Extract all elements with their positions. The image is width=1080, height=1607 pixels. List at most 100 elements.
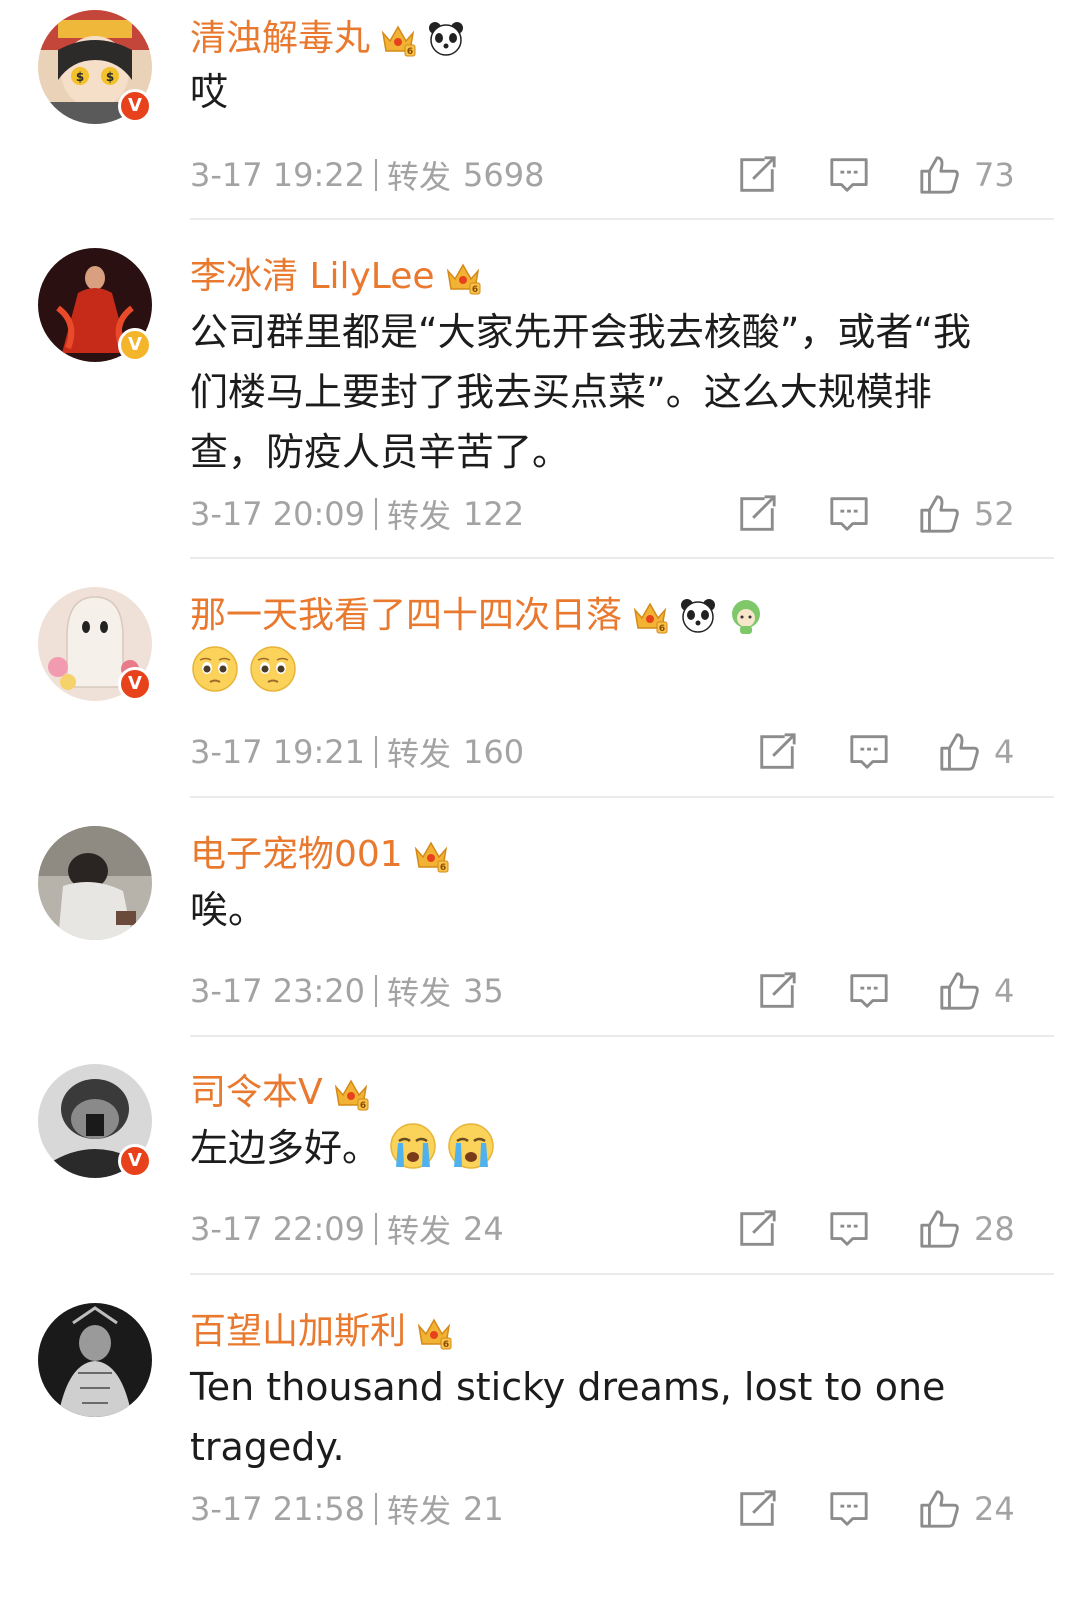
vip-crown-icon [630, 596, 670, 636]
comment-header: 司令本V [190, 1068, 371, 1118]
comment-icon [828, 1208, 870, 1250]
share-button[interactable] [736, 1207, 778, 1251]
username[interactable]: 百望山加斯利 [190, 1307, 406, 1357]
thumbs-up-icon [918, 493, 960, 535]
reply-button[interactable] [828, 1207, 870, 1251]
timestamp: 3-17 23:20 [190, 972, 366, 1010]
verified-badge: V [118, 667, 152, 701]
username[interactable]: 那一天我看了四十四次日落 [190, 591, 622, 641]
share-button[interactable] [756, 730, 798, 774]
comment-text: 唉。 [190, 888, 267, 932]
comment-meta: 3-17 19:21 转发 160 [190, 730, 524, 774]
repost-label: 转发 [387, 497, 452, 535]
vip-crown-icon [378, 19, 418, 59]
divider [190, 1273, 1054, 1275]
comment-meta: 3-17 20:09 转发 122 [190, 492, 524, 536]
like-count: 4 [994, 733, 1015, 771]
reply-button[interactable] [848, 730, 890, 774]
share-button[interactable] [736, 153, 778, 197]
share-icon [736, 1208, 778, 1250]
meta-divider [375, 159, 378, 191]
thumbs-up-icon [938, 731, 980, 773]
meta-divider [375, 498, 378, 530]
username[interactable]: 清浊解毒丸 [190, 14, 370, 64]
comment-text [190, 641, 1000, 701]
comment-text: 左边多好。 [190, 1118, 1000, 1178]
like-button[interactable]: 24 [918, 1487, 1015, 1531]
like-count: 52 [974, 495, 1015, 533]
share-icon [736, 154, 778, 196]
vip-crown-icon [331, 1073, 371, 1113]
avatar[interactable] [38, 1303, 152, 1417]
comment-text-body: 左边多好。 [190, 1126, 381, 1170]
vip-crown-icon [411, 835, 451, 875]
pleading-face-emoji [248, 644, 298, 694]
thumbs-up-icon [918, 1208, 960, 1250]
repost-count: 24 [463, 1210, 504, 1248]
comment-icon [848, 970, 890, 1012]
verified-badge: V [118, 89, 152, 123]
like-button[interactable]: 4 [938, 969, 1014, 1013]
timestamp: 3-17 20:09 [190, 495, 366, 533]
comment-icon [828, 154, 870, 196]
verified-badge: V [118, 328, 152, 362]
like-button[interactable]: 52 [918, 492, 1015, 536]
like-button[interactable]: 73 [918, 153, 1015, 197]
comment-header: 清浊解毒丸 [190, 14, 466, 64]
verified-badge: V [118, 1144, 152, 1178]
timestamp: 3-17 19:22 [190, 156, 366, 194]
repost-label: 转发 [387, 1212, 452, 1250]
timestamp: 3-17 21:58 [190, 1490, 366, 1528]
share-button[interactable] [756, 969, 798, 1013]
svg-text:$: $ [106, 70, 114, 84]
username[interactable]: 李冰清 LilyLee [190, 252, 435, 302]
thumbs-up-icon [938, 970, 980, 1012]
comment-text: 公司群里都是“大家先开会我去核酸”，或者“我们楼马上要封了我去买点菜”。这么大规… [190, 310, 972, 474]
like-count: 24 [974, 1490, 1015, 1528]
avatar[interactable] [38, 826, 152, 940]
username[interactable]: 司令本V [190, 1068, 323, 1118]
divider [190, 796, 1054, 798]
panda-icon [678, 596, 718, 636]
like-count: 28 [974, 1210, 1015, 1248]
repost-label: 转发 [387, 735, 452, 773]
share-icon [756, 731, 798, 773]
share-icon [736, 1488, 778, 1530]
comment-header: 电子宠物001 [190, 830, 451, 880]
repost-label: 转发 [387, 1492, 452, 1530]
repost-count: 21 [463, 1490, 504, 1528]
reply-button[interactable] [848, 969, 890, 1013]
comment-header: 百望山加斯利 [190, 1307, 454, 1357]
like-button[interactable]: 28 [918, 1207, 1015, 1251]
username[interactable]: 电子宠物001 [190, 830, 403, 880]
vip-crown-icon [443, 257, 483, 297]
thumbs-up-icon [918, 1488, 960, 1530]
comment-icon [828, 493, 870, 535]
comment-meta: 3-17 22:09 转发 24 [190, 1207, 504, 1251]
svg-text:$: $ [76, 70, 84, 84]
like-count: 4 [994, 972, 1015, 1010]
crying-face-emoji [388, 1121, 438, 1171]
reply-button[interactable] [828, 153, 870, 197]
share-icon [756, 970, 798, 1012]
share-icon [736, 493, 778, 535]
repost-label: 转发 [387, 974, 452, 1012]
vip-crown-icon [414, 1312, 454, 1352]
divider [190, 218, 1054, 220]
comment-icon [848, 731, 890, 773]
repost-count: 5698 [463, 156, 545, 194]
share-button[interactable] [736, 492, 778, 536]
thumbs-up-icon [918, 154, 960, 196]
repost-count: 35 [463, 972, 504, 1010]
reply-button[interactable] [828, 492, 870, 536]
meta-divider [375, 1493, 378, 1525]
divider [190, 557, 1054, 559]
crying-face-emoji [446, 1121, 496, 1171]
reply-button[interactable] [828, 1487, 870, 1531]
like-button[interactable]: 4 [938, 730, 1014, 774]
share-button[interactable] [736, 1487, 778, 1531]
comment-text: 哎 [190, 70, 229, 114]
comment-meta: 3-17 19:22 转发 5698 [190, 153, 544, 197]
comment-header: 李冰清 LilyLee [190, 252, 483, 302]
repost-count: 160 [463, 733, 525, 771]
